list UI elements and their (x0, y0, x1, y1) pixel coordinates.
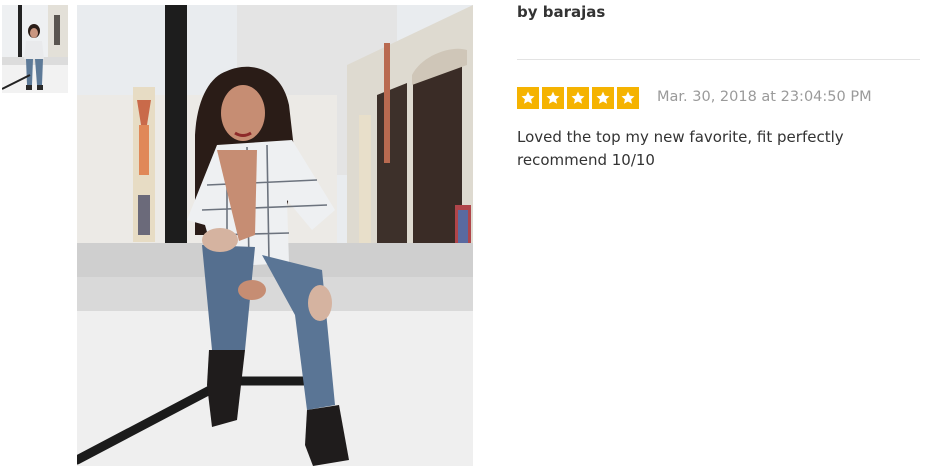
photo-thumbnail[interactable] (2, 5, 68, 93)
review-card: by barajas Mar. 30, 2018 at 23:04:50 PM … (0, 0, 932, 471)
star-icon (592, 87, 614, 109)
review-date: Mar. 30, 2018 at 23:04:50 PM (657, 89, 872, 105)
star-icon (617, 87, 639, 109)
divider (517, 59, 920, 60)
star-icon (517, 87, 539, 109)
star-icon (567, 87, 589, 109)
review-author: by barajas (517, 3, 606, 21)
star-icon (542, 87, 564, 109)
star-rating (517, 87, 639, 109)
review-text: Loved the top my new favorite, fit perfe… (517, 128, 844, 169)
customer-photo[interactable] (77, 5, 473, 466)
